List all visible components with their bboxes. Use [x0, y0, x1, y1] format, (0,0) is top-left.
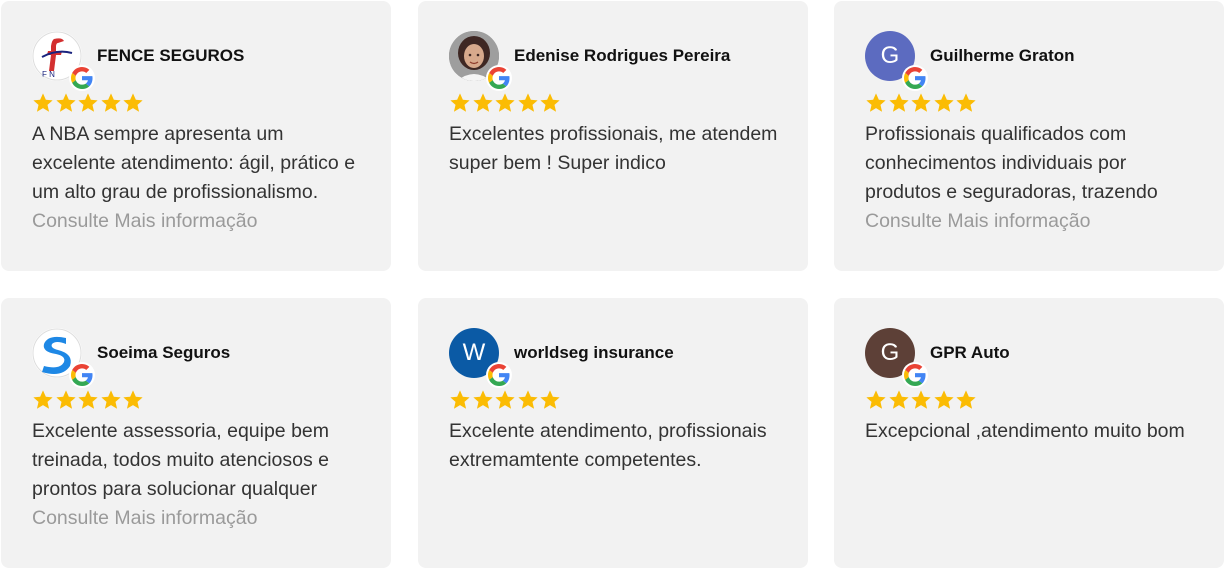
- review-header: G Guilherme Graton: [865, 31, 1194, 91]
- star-rating: [449, 92, 778, 116]
- star-icon: [888, 93, 909, 112]
- review-card: G GPR Auto Excepcional ,atendimento muit…: [834, 298, 1224, 568]
- google-icon: [69, 65, 95, 91]
- star-icon: [911, 390, 931, 409]
- star-icon: [78, 93, 98, 112]
- star-icon: [888, 390, 909, 409]
- review-header: Edenise Rodrigues Pereira: [449, 31, 778, 91]
- read-more-link[interactable]: Consulte Mais informação: [865, 207, 1194, 235]
- google-icon: [69, 362, 95, 388]
- star-icon: [450, 93, 470, 112]
- review-card: F N FENCE SEGUROS A NBA sempre apresenta…: [1, 1, 391, 271]
- review-header: G GPR Auto: [865, 328, 1194, 388]
- svg-text:F N: F N: [42, 70, 55, 79]
- star-rating: [32, 92, 361, 116]
- review-card: W worldseg insurance Excelente atendimen…: [418, 298, 808, 568]
- star-icon: [495, 93, 515, 112]
- avatar: [32, 328, 95, 388]
- review-card: Edenise Rodrigues Pereira Excelentes pro…: [418, 1, 808, 271]
- google-icon: [902, 362, 928, 388]
- review-text: A NBA sempre apresenta um excelente aten…: [32, 123, 356, 203]
- star-rating: [449, 389, 778, 413]
- reviewer-name: Guilherme Graton: [930, 46, 1075, 65]
- star-icon: [100, 390, 121, 409]
- star-icon: [33, 390, 53, 409]
- review-header: Soeima Seguros: [32, 328, 361, 388]
- star-icon: [100, 93, 121, 112]
- reviewer-name: GPR Auto: [930, 343, 1010, 362]
- star-icon: [33, 93, 53, 112]
- review-header: W worldseg insurance: [449, 328, 778, 388]
- reviewer-name: worldseg insurance: [514, 343, 674, 362]
- star-icon: [55, 390, 76, 409]
- reviewer-name: FENCE SEGUROS: [97, 46, 245, 65]
- review-text: Excelente assessoria, equipe bem treinad…: [32, 420, 330, 500]
- review-header: F N FENCE SEGUROS: [32, 31, 361, 91]
- reviewer-name: Soeima Seguros: [97, 343, 231, 362]
- google-icon: [486, 65, 512, 91]
- avatar: F N: [32, 31, 95, 91]
- star-icon: [55, 93, 76, 112]
- avatar: [449, 31, 512, 91]
- star-rating: [865, 92, 1194, 116]
- star-icon: [472, 390, 493, 409]
- star-icon: [123, 93, 143, 112]
- star-icon: [540, 93, 560, 112]
- review-card: G Guilherme Graton Profissionais qualifi…: [834, 1, 1224, 271]
- star-rating: [865, 389, 1194, 413]
- star-icon: [866, 93, 886, 112]
- star-icon: [933, 390, 954, 409]
- reviewer-name: Edenise Rodrigues Pereira: [514, 46, 731, 65]
- review-text: Excepcional ,atendimento muito bom: [865, 420, 1185, 442]
- review-text: Profissionais qualificados com conhecime…: [865, 123, 1158, 203]
- avatar: W: [449, 328, 512, 388]
- star-icon: [495, 390, 515, 409]
- google-icon: [902, 65, 928, 91]
- review-text: Excelentes profissionais, me atendem sup…: [449, 123, 778, 174]
- star-icon: [472, 93, 493, 112]
- star-icon: [956, 390, 976, 409]
- avatar: G: [865, 31, 928, 91]
- star-icon: [933, 93, 954, 112]
- star-icon: [517, 93, 538, 112]
- star-icon: [517, 390, 538, 409]
- read-more-link[interactable]: Consulte Mais informação: [32, 207, 361, 235]
- star-icon: [450, 390, 470, 409]
- star-rating: [32, 389, 361, 413]
- star-icon: [78, 390, 98, 409]
- star-icon: [866, 390, 886, 409]
- google-icon: [486, 362, 512, 388]
- star-icon: [123, 390, 143, 409]
- star-icon: [540, 390, 560, 409]
- star-icon: [956, 93, 976, 112]
- read-more-link[interactable]: Consulte Mais informação: [32, 504, 361, 532]
- star-icon: [911, 93, 931, 112]
- avatar: G: [865, 328, 928, 388]
- review-card: Soeima Seguros Excelente assessoria, equ…: [1, 298, 391, 568]
- review-text: Excelente atendimento, profissionais ext…: [449, 420, 767, 471]
